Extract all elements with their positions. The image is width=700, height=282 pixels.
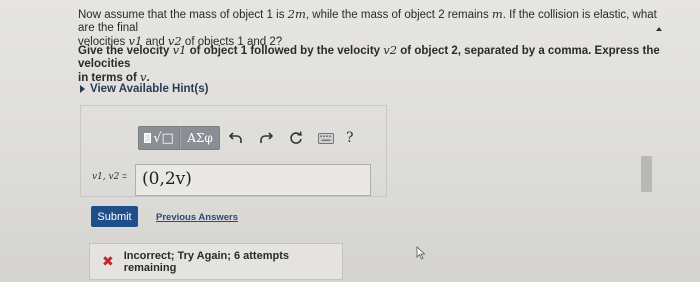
answer-input[interactable]: (0,2v): [135, 164, 371, 196]
feedback-text: Incorrect; Try Again; 6 attempts remaini…: [123, 249, 289, 274]
sqrt-template-icon: √□: [153, 130, 174, 146]
redo-button[interactable]: [252, 126, 280, 150]
mass1-var: 2m: [287, 7, 306, 21]
help-button[interactable]: ?: [346, 130, 354, 146]
previous-answers-link[interactable]: Previous Answers: [156, 212, 238, 223]
submit-label: Submit: [97, 210, 132, 223]
feedback-box: ✖ Incorrect; Try Again; 6 attempts remai…: [89, 243, 343, 280]
question-line1-mid: , while the mass of object 2 remains: [305, 9, 492, 21]
question-line1-start: Now assume that the mass of object 1 is: [78, 9, 288, 21]
mass2-var: m: [491, 7, 503, 21]
reset-button[interactable]: [282, 126, 310, 150]
question-text: Now assume that the mass of object 1 is …: [78, 8, 668, 49]
problem-page: Now assume that the mass of object 1 is …: [0, 0, 700, 282]
help-icon: ?: [346, 130, 354, 146]
view-hints-label: View Available Hint(s): [90, 83, 209, 95]
answer-label: v1, v2 =: [92, 171, 127, 182]
view-hints-toggle[interactable]: View Available Hint(s): [80, 83, 208, 95]
undo-button[interactable]: [222, 126, 250, 150]
mouse-pointer-icon: [416, 246, 426, 260]
answer-label-equals: =: [119, 171, 128, 181]
template-box-icon: [144, 133, 152, 143]
symbols-button[interactable]: ΑΣφ: [180, 126, 220, 150]
submit-button[interactable]: Submit: [91, 206, 138, 227]
math-toolbar: √□ ΑΣφ ?: [138, 123, 354, 153]
instruction-mid: of object 1 followed by the velocity: [186, 45, 384, 57]
symbols-label: ΑΣφ: [187, 131, 213, 145]
scrollbar-thumb[interactable]: [641, 156, 652, 192]
instruction-v1: v1: [172, 43, 187, 57]
instruction-v2: v2: [383, 43, 398, 57]
answer-value: (0,2v): [142, 169, 192, 189]
instruction-start: Give the velocity: [78, 45, 173, 57]
keyboard-button[interactable]: [312, 126, 340, 150]
templates-button[interactable]: √□: [138, 126, 180, 150]
scroll-up-arrow-icon[interactable]: [656, 27, 662, 31]
caret-right-icon: [80, 85, 85, 93]
undo-icon: [229, 132, 242, 143]
incorrect-x-icon: ✖: [102, 253, 114, 270]
keyboard-icon: [318, 132, 334, 144]
instruction-text: Give the velocity v1 of object 1 followe…: [78, 44, 668, 85]
reset-icon: [290, 131, 302, 144]
answer-label-vars: v1, v2: [92, 172, 120, 182]
redo-icon: [260, 132, 273, 143]
